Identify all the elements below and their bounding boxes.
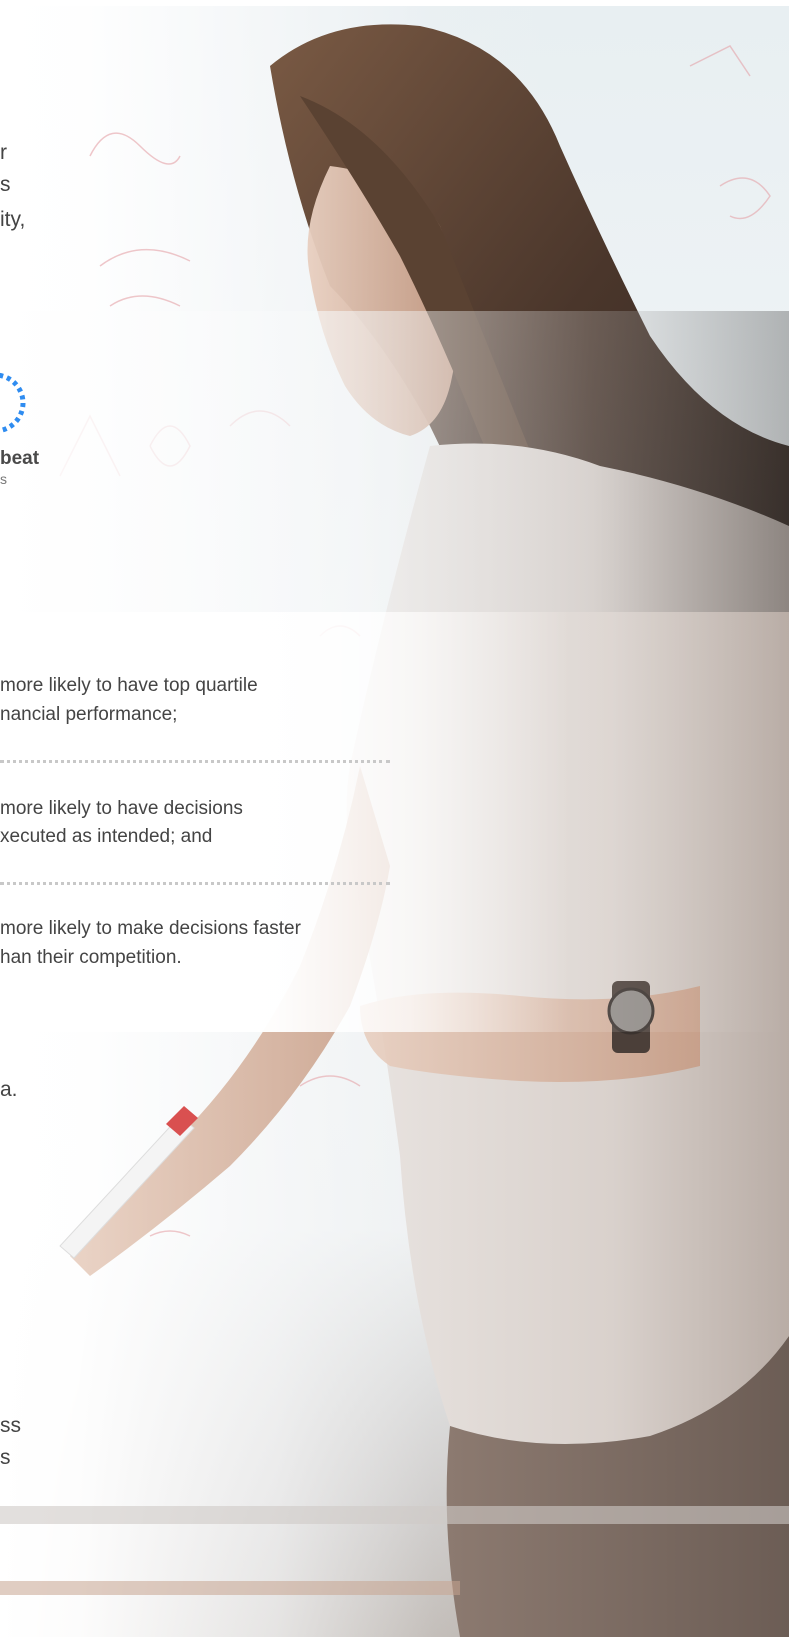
intro-line-1: r [0,141,7,164]
callout-sublabel: s [0,471,7,487]
stat-separator [0,882,390,885]
stat-1-line-2: nancial performance; [0,704,178,725]
body-line-1: a. [0,1078,18,1101]
footer-line-1: ss [0,1414,21,1437]
stat-1-line-1: more likely to have top quartile [0,675,258,696]
dotted-ring-icon [0,372,26,434]
footer-line-2: s [0,1446,11,1469]
intro-line-2: s [0,173,11,196]
stat-2-line-2: xecuted as intended; and [0,826,213,847]
stat-separator [0,760,390,763]
stat-3-line-2: han their competition. [0,947,182,968]
stat-2-line-1: more likely to have decisions [0,798,243,819]
stats-header-band [0,311,789,612]
stat-3-line-1: more likely to make decisions faster [0,918,301,939]
intro-line-3: ity, [0,208,26,231]
